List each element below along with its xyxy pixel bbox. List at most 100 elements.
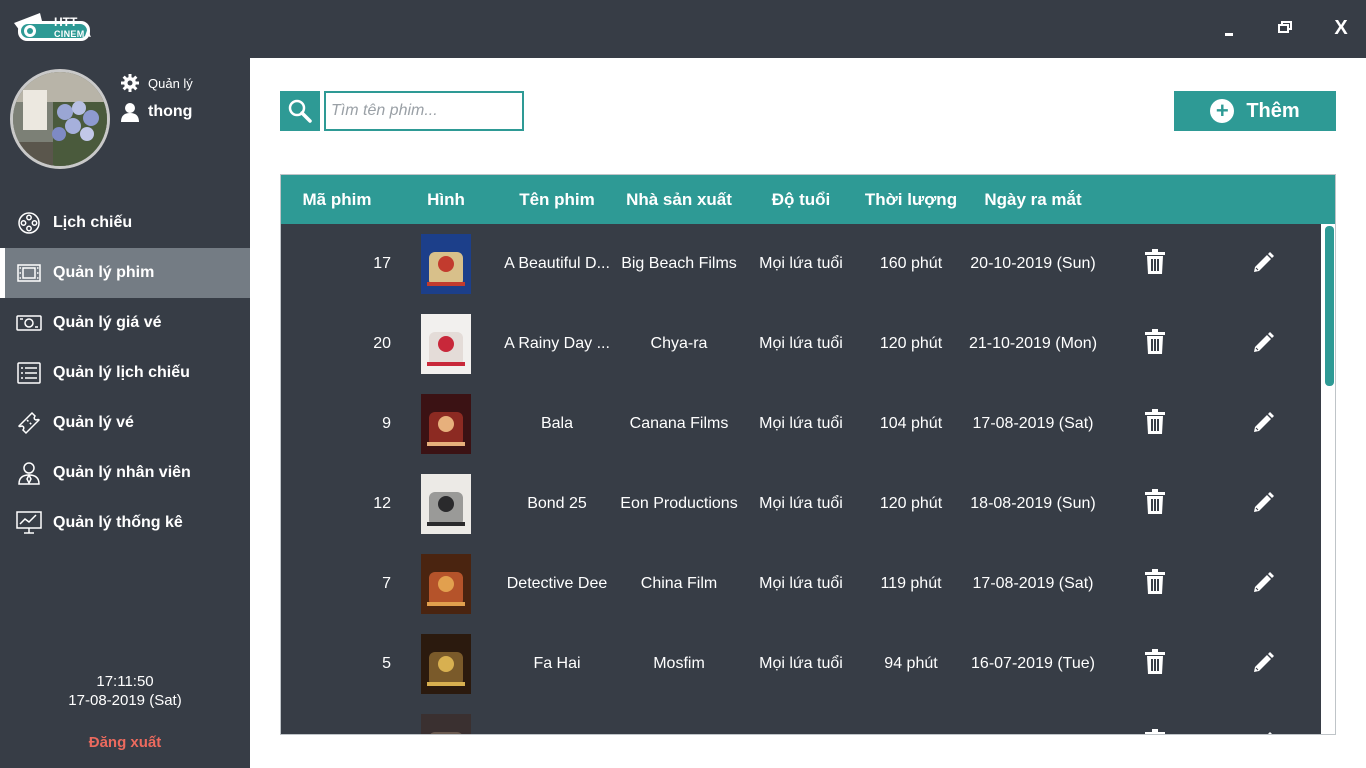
edit-button[interactable] xyxy=(1250,570,1278,598)
sidebar-item-lich-chieu[interactable]: Lịch chiếu xyxy=(0,198,250,248)
edit-button[interactable] xyxy=(1250,410,1278,438)
table-header: Mã phim Hình Tên phim Nhà sản xuất Độ tu… xyxy=(281,175,1335,224)
logo-text-cinema: CINEMA xyxy=(54,29,92,39)
edit-button[interactable] xyxy=(1250,730,1278,734)
cell-nha-san-xuat: Mosfim xyxy=(653,655,705,672)
search-button[interactable] xyxy=(280,91,320,131)
movie-poster xyxy=(421,234,471,294)
gear-icon xyxy=(121,74,139,92)
delete-button[interactable] xyxy=(1141,408,1169,440)
sidebar-item-quan-ly-ve[interactable]: Quản lý vé xyxy=(0,398,250,448)
cell-thoi-luong: 104 phút xyxy=(879,415,943,432)
pencil-icon xyxy=(1252,570,1276,599)
cell-do-tuoi: Mọi lứa tuổi xyxy=(759,415,843,432)
table-row[interactable]: 12 Bond 25 Eon Productions Mọi lứa tuổi 120 … xyxy=(281,464,1321,544)
trash-icon xyxy=(1144,408,1166,440)
sidebar-item-label: Quản lý thống kê xyxy=(53,514,183,531)
trash-icon xyxy=(1144,328,1166,360)
column-header-do-tuoi: Độ tuổi xyxy=(771,190,831,209)
close-button[interactable]: X xyxy=(1326,14,1356,42)
cell-thoi-luong: 160 phút xyxy=(879,255,943,272)
table-row[interactable]: 20 A Rainy Day ... Chya-ra Mọi lứa tuổi 120 … xyxy=(281,304,1321,384)
trash-icon xyxy=(1144,488,1166,520)
delete-button[interactable] xyxy=(1141,328,1169,360)
cell-ten-phim: A Beautiful D... xyxy=(504,255,610,272)
delete-button[interactable] xyxy=(1141,248,1169,280)
edit-button[interactable] xyxy=(1250,330,1278,358)
column-header-ma-phim: Mã phim xyxy=(302,190,372,209)
sidebar-item-label: Quản lý lịch chiếu xyxy=(53,364,190,381)
sidebar: Quản lý thong Lịch chiếu Quản lý phim Qu… xyxy=(0,58,250,768)
cell-ngay-ra-mat: 18-08-2019 (Sun) xyxy=(970,495,1096,512)
cell-ma-phim: 20 xyxy=(373,335,391,352)
cell-ma-phim: 9 xyxy=(382,415,391,432)
pencil-icon xyxy=(1252,250,1276,279)
edit-button[interactable] xyxy=(1250,250,1278,278)
restore-button[interactable] xyxy=(1270,14,1300,42)
table-row[interactable]: 17 A Beautiful D... Big Beach Films Mọi lứa… xyxy=(281,224,1321,304)
cell-ma-phim: 17 xyxy=(373,255,391,272)
minimize-button[interactable] xyxy=(1214,14,1244,42)
cell-nha-san-xuat xyxy=(617,704,741,734)
delete-button[interactable] xyxy=(1141,648,1169,680)
clock-date: 17-08-2019 (Sat) xyxy=(68,692,182,709)
delete-button[interactable] xyxy=(1141,728,1169,734)
trash-icon xyxy=(1144,728,1166,734)
movie-poster xyxy=(421,474,471,534)
movie-poster xyxy=(421,634,471,694)
sidebar-item-quan-ly-phim[interactable]: Quản lý phim xyxy=(0,248,250,298)
column-header-thoi-luong: Thời lượng xyxy=(864,190,958,209)
trash-icon xyxy=(1144,248,1166,280)
cell-ma-phim: 12 xyxy=(373,495,391,512)
sidebar-item-quan-ly-lich-chieu[interactable]: Quản lý lịch chiếu xyxy=(0,348,250,398)
schedule-list-icon xyxy=(16,360,42,386)
add-movie-button[interactable]: + Thêm xyxy=(1174,91,1336,131)
cell-ma-phim: 7 xyxy=(382,575,391,592)
table-scrollbar[interactable] xyxy=(1321,224,1335,734)
cell-ngay-ra-mat: 21-10-2019 (Mon) xyxy=(968,335,1098,352)
cell-ten-phim: Detective Dee xyxy=(506,575,608,592)
cell-thoi-luong xyxy=(857,704,965,734)
search-input[interactable] xyxy=(324,91,524,131)
sidebar-item-quan-ly-gia-ve[interactable]: Quản lý giá vé xyxy=(0,298,250,348)
movie-poster xyxy=(421,714,471,734)
cell-thoi-luong: 119 phút xyxy=(880,575,942,592)
ticket-icon xyxy=(16,410,42,436)
table-row[interactable]: 9 Bala Canana Films Mọi lứa tuổi 104 phút 17-… xyxy=(281,384,1321,464)
logout-link[interactable]: Đăng xuất xyxy=(0,734,250,751)
delete-button[interactable] xyxy=(1141,488,1169,520)
sidebar-item-label: Quản lý giá vé xyxy=(53,314,162,331)
sidebar-item-quan-ly-thong-ke[interactable]: Quản lý thống kê xyxy=(0,498,250,548)
edit-button[interactable] xyxy=(1250,650,1278,678)
sidebar-item-quan-ly-nhan-vien[interactable]: Quản lý nhân viên xyxy=(0,448,250,498)
pencil-icon xyxy=(1252,410,1276,439)
cell-ngay-ra-mat: 17-08-2019 (Sat) xyxy=(972,575,1094,592)
cell-do-tuoi: Mọi lứa tuổi xyxy=(759,655,843,672)
cell-ten-phim: A Rainy Day ... xyxy=(504,335,610,352)
cell-ten-phim: Bala xyxy=(540,415,574,432)
table-row[interactable] xyxy=(281,704,1321,734)
htt-cinema-logo: HTT CINEMA xyxy=(10,5,92,47)
cell-thoi-luong: 120 phút xyxy=(879,335,943,352)
restore-window-icon xyxy=(1278,21,1292,33)
cell-do-tuoi: Mọi lứa tuổi xyxy=(759,255,843,272)
film-strip-icon xyxy=(16,260,42,286)
pencil-icon xyxy=(1252,650,1276,679)
avatar xyxy=(10,69,110,169)
chart-icon xyxy=(16,510,42,536)
cell-nha-san-xuat: China Film xyxy=(640,575,718,592)
edit-button[interactable] xyxy=(1250,490,1278,518)
plus-circle-icon: + xyxy=(1210,99,1235,123)
movie-table: Mã phim Hình Tên phim Nhà sản xuất Độ tu… xyxy=(280,174,1336,735)
cell-do-tuoi: Mọi lứa tuổi xyxy=(759,335,843,352)
user-role-label: Quản lý xyxy=(148,75,193,91)
trash-icon xyxy=(1144,648,1166,680)
cell-do-tuoi: Mọi lứa tuổi xyxy=(759,575,843,592)
cell-thoi-luong: 94 phút xyxy=(884,655,938,672)
table-row[interactable]: 7 Detective Dee China Film Mọi lứa tuổi 119 … xyxy=(281,544,1321,624)
table-row[interactable]: 5 Fa Hai Mosfim Mọi lứa tuổi 94 phút 16-07-20… xyxy=(281,624,1321,704)
scrollbar-thumb[interactable] xyxy=(1325,226,1334,386)
delete-button[interactable] xyxy=(1141,568,1169,598)
user-name-label: thong xyxy=(148,103,193,120)
cell-ma-phim: 5 xyxy=(382,655,391,672)
